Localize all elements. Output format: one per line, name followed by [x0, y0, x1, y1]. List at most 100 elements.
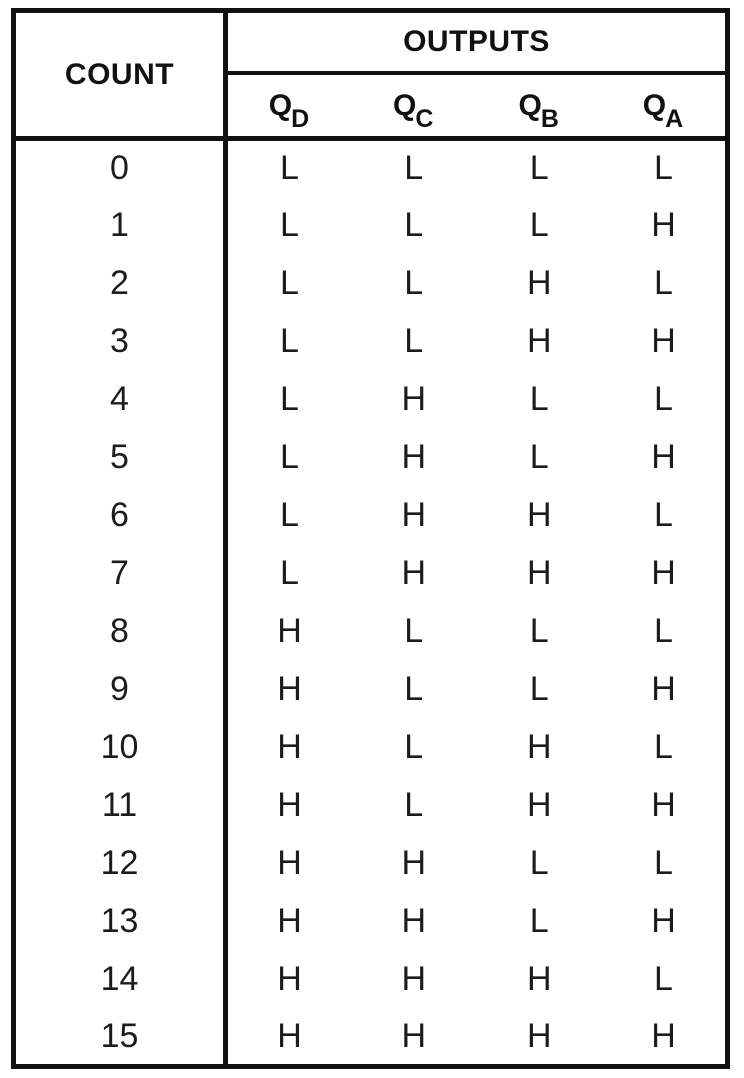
column-header-count: COUNT: [13, 10, 228, 141]
cell-qa: H: [651, 554, 676, 592]
qa-base: Q: [642, 88, 667, 122]
qd-base: Q: [268, 88, 293, 122]
cell-qc: H: [401, 554, 427, 592]
cell-qc: L: [404, 206, 424, 244]
table-row: 11 H L H H: [13, 776, 728, 835]
cell-count: 13: [13, 892, 228, 951]
cell-qa: H: [651, 438, 676, 476]
cell-qa: H: [651, 670, 676, 708]
cell-count: 15: [13, 1008, 228, 1067]
cell-qa: L: [654, 612, 673, 650]
cell-count: 6: [13, 486, 228, 545]
cell-qb: H: [526, 554, 552, 592]
cell-qb: L: [529, 612, 549, 650]
qd-subscript: D: [291, 104, 310, 133]
cell-count: 9: [13, 660, 228, 719]
cell-qa: L: [654, 380, 673, 418]
cell-qd: L: [280, 149, 299, 188]
cell-qd: H: [277, 612, 302, 650]
cell-qa: L: [654, 844, 673, 882]
cell-qd: H: [277, 786, 302, 824]
cell-qd: L: [280, 264, 299, 302]
table-row: 12 H H L L: [13, 834, 728, 893]
cell-qb: H: [526, 728, 552, 766]
cell-qd: H: [277, 1016, 302, 1055]
cell-qb: L: [529, 206, 549, 244]
header-row-primary: COUNT OUTPUTS: [13, 10, 728, 141]
cell-count: 1: [13, 196, 228, 255]
cell-count: 0: [13, 138, 228, 197]
cell-count: 2: [13, 254, 228, 313]
table-row: 0 L L L L: [13, 138, 728, 197]
cell-qc: L: [404, 670, 424, 708]
cell-qc: L: [404, 264, 424, 302]
cell-qb: H: [526, 786, 552, 824]
table-row: 2 L L H L: [13, 254, 728, 313]
table-row: 7 L H H H: [13, 544, 728, 603]
cell-qc: L: [404, 612, 424, 650]
cell-qa: L: [654, 264, 673, 302]
cell-qd: L: [280, 322, 299, 360]
column-header-qb: QB: [476, 73, 602, 141]
column-header-qd: QD: [225, 73, 351, 141]
cell-qa: H: [651, 206, 676, 244]
cell-qb: L: [529, 438, 549, 476]
cell-qc: L: [404, 728, 424, 766]
cell-qd: H: [277, 728, 302, 766]
table-row: 1 L L L H: [13, 196, 728, 255]
qc-subscript: C: [415, 104, 434, 133]
cell-qc: H: [401, 438, 427, 476]
cell-qd: H: [277, 670, 302, 708]
cell-qa: H: [651, 786, 676, 824]
cell-count: 14: [13, 950, 228, 1009]
cell-qd: L: [280, 438, 299, 476]
table-row: 15 H H H H: [13, 1008, 728, 1067]
cell-qa: H: [651, 1016, 676, 1055]
column-header-outputs: OUTPUTS: [225, 10, 728, 75]
table-row: 8 H L L L: [13, 602, 728, 661]
cell-qb: H: [526, 1016, 552, 1055]
cell-count: 3: [13, 312, 228, 371]
cell-qb: H: [526, 496, 552, 534]
cell-qd: L: [280, 554, 299, 592]
counter-truth-table: COUNT OUTPUTS QD QC QB QA 0LLLL1LLLH2LLH…: [11, 8, 730, 1069]
cell-qc: H: [401, 380, 427, 418]
cell-count: 12: [13, 834, 228, 893]
table-row: 4 L H L L: [13, 370, 728, 429]
column-header-qa: QA: [602, 73, 728, 141]
cell-qa: L: [654, 496, 673, 534]
cell-qa: L: [654, 960, 673, 998]
table-row: 9 H L L H: [13, 660, 728, 719]
table-row: 10 H L H L: [13, 718, 728, 777]
table-row: 13 H H L H: [13, 892, 728, 951]
qa-subscript: A: [665, 104, 684, 133]
cell-qb: H: [526, 322, 552, 360]
cell-qd: H: [277, 902, 302, 940]
column-header-qc: QC: [351, 73, 477, 141]
table-row: 6 L H H L: [13, 486, 728, 545]
cell-qb: L: [529, 902, 549, 940]
cell-count: 8: [13, 602, 228, 661]
cell-qa: H: [651, 322, 676, 360]
cell-qd: L: [280, 380, 299, 418]
cell-qb: H: [526, 264, 552, 302]
qb-base: Q: [518, 88, 542, 122]
cell-qc: H: [401, 902, 427, 940]
cell-qb: L: [529, 380, 549, 418]
cell-qd: L: [280, 206, 299, 244]
qb-subscript: B: [540, 104, 559, 133]
cell-qa: H: [651, 902, 676, 940]
cell-qc: L: [404, 149, 424, 188]
cell-qc: L: [404, 322, 424, 360]
cell-qc: L: [404, 786, 424, 824]
cell-count: 4: [13, 370, 228, 429]
cell-qc: H: [401, 496, 427, 534]
cell-qa: L: [654, 728, 673, 766]
cell-qb: H: [526, 960, 552, 998]
cell-count: 10: [13, 718, 228, 777]
cell-count: 7: [13, 544, 228, 603]
cell-count: 5: [13, 428, 228, 487]
cell-count: 11: [13, 776, 228, 835]
cell-qd: L: [280, 496, 299, 534]
cell-qa: L: [654, 149, 673, 188]
